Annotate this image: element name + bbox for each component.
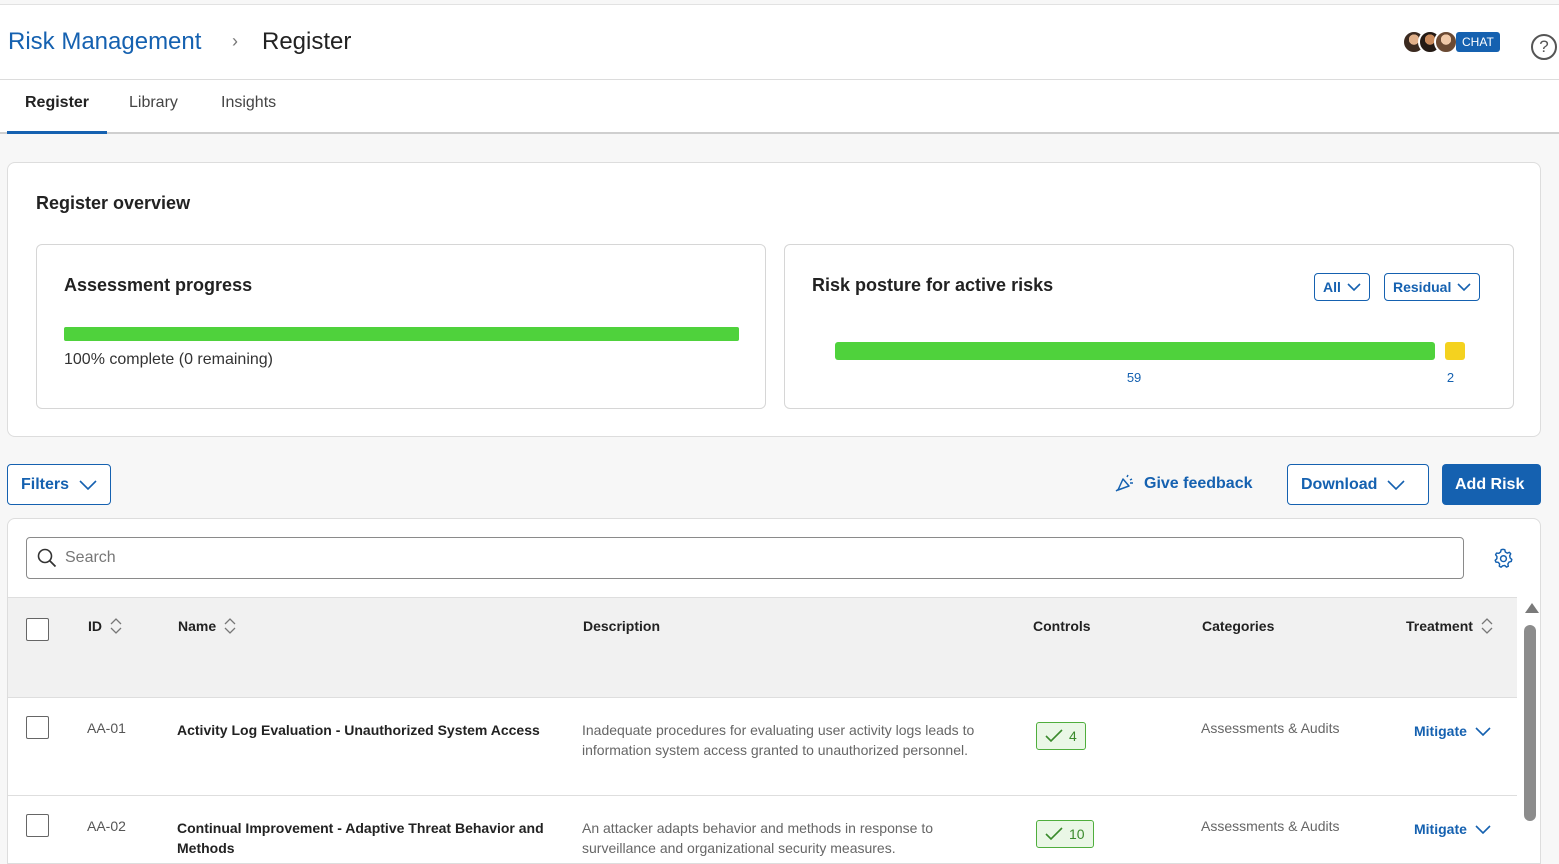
column-description-label: Description bbox=[583, 618, 661, 634]
table-row[interactable]: AA-02 Continual Improvement - Adaptive T… bbox=[8, 795, 1517, 863]
column-header-name[interactable]: Name bbox=[178, 618, 236, 634]
posture-scope-dropdown[interactable]: All bbox=[1314, 273, 1370, 301]
posture-segment-medium-count[interactable]: 2 bbox=[1447, 370, 1454, 385]
column-header-categories: Categories bbox=[1202, 618, 1274, 634]
risk-table-panel: ID Name Description Controls Categories … bbox=[7, 518, 1541, 864]
column-categories-label: Categories bbox=[1202, 618, 1275, 634]
table-scrollbar[interactable] bbox=[1520, 597, 1540, 863]
download-button[interactable]: Download bbox=[1287, 464, 1429, 505]
breadcrumb-separator-icon: › bbox=[232, 31, 238, 51]
controls-count: 10 bbox=[1069, 826, 1085, 842]
controls-badge[interactable]: 10 bbox=[1036, 820, 1094, 848]
risk-description: An attacker adapts behavior and methods … bbox=[582, 820, 933, 856]
sort-icon bbox=[110, 618, 122, 634]
column-name-label: Name bbox=[178, 618, 217, 634]
give-feedback-button[interactable]: Give feedback bbox=[1114, 474, 1253, 494]
help-icon[interactable]: ? bbox=[1531, 34, 1557, 60]
risk-category: Assessments & Audits bbox=[1201, 818, 1340, 834]
column-header-treatment[interactable]: Treatment bbox=[1406, 618, 1493, 634]
posture-segment-medium[interactable] bbox=[1444, 342, 1465, 360]
assessment-progress-text: 100% complete (0 remaining) bbox=[64, 351, 273, 368]
table-header: ID Name Description Controls Categories … bbox=[8, 597, 1517, 697]
column-header-id[interactable]: ID bbox=[88, 618, 122, 634]
row-checkbox[interactable] bbox=[26, 716, 49, 739]
download-label: Download bbox=[1301, 475, 1378, 493]
filters-button[interactable]: Filters bbox=[7, 464, 112, 505]
risk-posture-title: Risk posture for active risks bbox=[812, 275, 1054, 295]
posture-segment-low[interactable] bbox=[835, 342, 1435, 360]
posture-type-dropdown[interactable]: Residual bbox=[1384, 273, 1481, 301]
sort-icon bbox=[224, 618, 236, 634]
breadcrumb-risk-management-link[interactable]: Risk Management bbox=[8, 28, 201, 56]
gear-icon[interactable] bbox=[1492, 547, 1514, 569]
assessment-progress-card: Assessment progress 100% complete (0 rem… bbox=[36, 244, 766, 409]
chevron-down-icon bbox=[1475, 824, 1491, 834]
risk-description: Inadequate procedures for evaluating use… bbox=[582, 722, 975, 758]
give-feedback-label: Give feedback bbox=[1144, 475, 1253, 492]
megaphone-icon bbox=[1115, 474, 1133, 492]
risk-id: AA-02 bbox=[87, 818, 126, 834]
assessment-progress-title: Assessment progress bbox=[64, 275, 253, 295]
column-header-description: Description bbox=[583, 618, 660, 634]
register-overview-panel: Register overview Assessment progress 10… bbox=[7, 162, 1541, 437]
treatment-dropdown[interactable]: Mitigate bbox=[1414, 821, 1491, 837]
chevron-down-icon bbox=[1347, 282, 1361, 291]
chat-badge: CHAT bbox=[1456, 32, 1500, 52]
risk-name[interactable]: Continual Improvement - Adaptive Threat … bbox=[177, 818, 552, 858]
treatment-dropdown[interactable]: Mitigate bbox=[1414, 723, 1491, 739]
row-checkbox[interactable] bbox=[26, 814, 49, 837]
table-row[interactable]: AA-01 Activity Log Evaluation - Unauthor… bbox=[8, 697, 1517, 795]
filters-label: Filters bbox=[21, 475, 70, 493]
select-all-checkbox[interactable] bbox=[26, 618, 49, 641]
risk-name[interactable]: Activity Log Evaluation - Unauthorized S… bbox=[177, 720, 552, 740]
avatar bbox=[1434, 30, 1458, 54]
tab-library[interactable]: Library bbox=[129, 94, 178, 134]
controls-badge[interactable]: 4 bbox=[1036, 722, 1086, 750]
controls-count: 4 bbox=[1069, 728, 1077, 744]
search-input[interactable] bbox=[65, 549, 1445, 567]
page-title: Register bbox=[262, 28, 352, 55]
chevron-down-icon bbox=[1457, 282, 1471, 291]
tab-insights[interactable]: Insights bbox=[221, 94, 276, 134]
checkmark-icon bbox=[1045, 827, 1063, 841]
chevron-down-icon bbox=[1475, 726, 1491, 736]
overview-title: Register overview bbox=[36, 193, 191, 213]
assessment-progress-bar bbox=[64, 327, 739, 341]
treatment-label: Mitigate bbox=[1414, 821, 1467, 837]
column-id-label: ID bbox=[88, 618, 102, 634]
search-icon bbox=[37, 548, 57, 568]
search-box[interactable] bbox=[26, 537, 1464, 579]
chevron-down-icon bbox=[1387, 479, 1406, 490]
add-risk-button[interactable]: Add Risk bbox=[1442, 464, 1541, 505]
column-controls-label: Controls bbox=[1033, 618, 1091, 634]
tab-register[interactable]: Register bbox=[7, 94, 108, 134]
top-bar: Risk Management › Register CHAT ? bbox=[0, 4, 1559, 80]
column-header-controls: Controls bbox=[1033, 618, 1091, 634]
risk-category: Assessments & Audits bbox=[1201, 720, 1340, 736]
column-treatment-label: Treatment bbox=[1406, 618, 1473, 634]
posture-segment-low-count[interactable]: 59 bbox=[1127, 370, 1141, 385]
risk-id: AA-01 bbox=[87, 720, 126, 736]
chevron-down-icon bbox=[79, 479, 97, 490]
posture-type-label: Residual bbox=[1393, 279, 1452, 295]
scroll-up-arrow-icon[interactable] bbox=[1525, 603, 1539, 613]
treatment-label: Mitigate bbox=[1414, 723, 1467, 739]
tab-bar: Register Library Insights bbox=[0, 80, 1559, 134]
posture-scope-label: All bbox=[1323, 279, 1341, 295]
assessment-progress-fill bbox=[64, 327, 739, 341]
scrollbar-thumb[interactable] bbox=[1524, 625, 1536, 821]
chat-avatars-button[interactable]: CHAT bbox=[1402, 29, 1500, 55]
sort-icon bbox=[1481, 618, 1493, 634]
checkmark-icon bbox=[1045, 729, 1063, 743]
risk-posture-card: Risk posture for active risks All Residu… bbox=[784, 244, 1514, 409]
